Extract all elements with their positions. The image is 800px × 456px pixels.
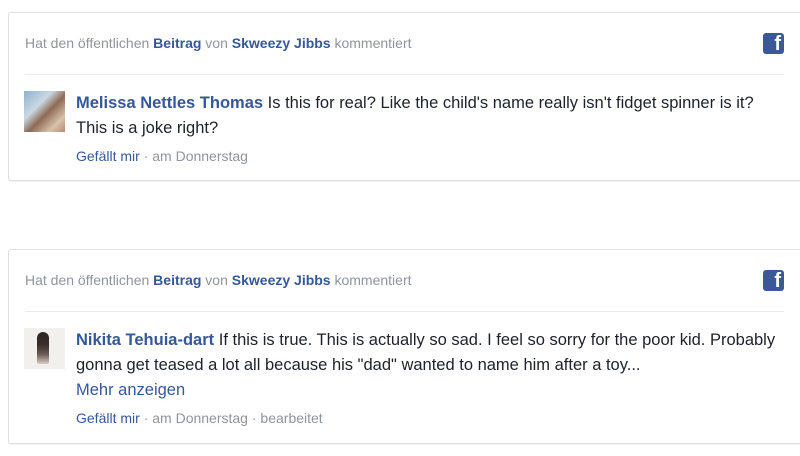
meta-separator: · <box>143 148 149 164</box>
edited-label[interactable]: bearbeitet <box>260 410 322 426</box>
header-suffix: kommentiert <box>334 35 412 51</box>
comment-body: Melissa Nettles Thomas Is this for real?… <box>76 91 788 141</box>
comment-body: Nikita Tehuia-dart If this is true. This… <box>76 328 788 403</box>
post-link[interactable]: Beitrag <box>153 35 201 51</box>
comment-timestamp[interactable]: am Donnerstag <box>152 148 248 164</box>
comment-meta: Gefällt mir · am Donnerstag · bearbeitet <box>76 410 323 426</box>
post-link[interactable]: Beitrag <box>153 272 201 288</box>
comment-meta: Gefällt mir · am Donnerstag <box>76 148 248 164</box>
avatar[interactable] <box>24 328 65 369</box>
header-middle: von <box>205 272 228 288</box>
comment-author-link[interactable]: Melissa Nettles Thomas <box>76 94 263 112</box>
card-header: Hat den öffentlichen Beitrag von Skweezy… <box>25 272 412 288</box>
page-link[interactable]: Skweezy Jibbs <box>232 35 331 51</box>
comment-timestamp[interactable]: am Donnerstag <box>152 410 248 426</box>
header-prefix: Hat den öffentlichen <box>25 35 150 51</box>
divider <box>25 311 784 312</box>
like-link[interactable]: Gefällt mir <box>76 148 140 164</box>
facebook-icon[interactable]: f <box>763 33 784 55</box>
header-suffix: kommentiert <box>334 272 412 288</box>
notification-card: Hat den öffentlichen Beitrag von Skweezy… <box>8 12 800 181</box>
meta-separator: · <box>251 410 257 426</box>
like-link[interactable]: Gefällt mir <box>76 410 140 426</box>
avatar[interactable] <box>24 91 65 132</box>
page-link[interactable]: Skweezy Jibbs <box>232 272 331 288</box>
comment-author-link[interactable]: Nikita Tehuia-dart <box>76 331 214 349</box>
header-prefix: Hat den öffentlichen <box>25 272 150 288</box>
card-header: Hat den öffentlichen Beitrag von Skweezy… <box>25 35 412 51</box>
notification-card: Hat den öffentlichen Beitrag von Skweezy… <box>8 249 800 444</box>
header-middle: von <box>205 35 228 51</box>
facebook-icon[interactable]: f <box>763 270 784 292</box>
divider <box>25 74 784 75</box>
meta-separator: · <box>143 410 149 426</box>
show-more-link[interactable]: Mehr anzeigen <box>76 381 185 399</box>
